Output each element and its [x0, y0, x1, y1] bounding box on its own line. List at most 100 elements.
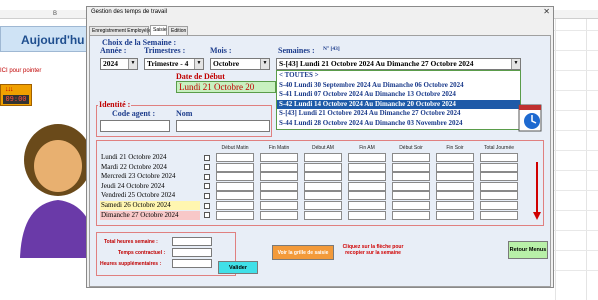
semaine-option[interactable]: < TOUTES > [277, 71, 520, 81]
time-cell[interactable] [304, 181, 342, 191]
day-checkbox[interactable] [204, 154, 210, 161]
semaine-option[interactable]: S-42 Lundi 14 Octobre 2024 Au Dimanche 2… [277, 99, 520, 109]
time-cell[interactable] [348, 191, 386, 201]
time-cell[interactable] [216, 201, 254, 210]
time-cell[interactable] [348, 201, 386, 210]
day-label: Mercredi 23 Octobre 2024 [100, 172, 200, 182]
time-cell[interactable] [436, 172, 474, 182]
time-cell[interactable] [216, 153, 254, 162]
time-cell[interactable] [392, 172, 430, 182]
nom-input[interactable] [176, 120, 270, 132]
semaine-dropdown-list[interactable]: < TOUTES > S-40 Lundi 30 Septembre 2024 A… [276, 70, 521, 130]
chevron-down-icon[interactable]: ▼ [128, 59, 137, 69]
time-cell[interactable] [260, 153, 298, 162]
column-header: Début Soir [399, 145, 423, 151]
time-tracking-window: Gestion des temps de travail ✕ Enregistr… [86, 6, 554, 288]
temps-contractuel-field[interactable] [172, 248, 212, 257]
day-label: Jeudi 24 Octobre 2024 [100, 181, 200, 191]
time-cell[interactable] [392, 162, 430, 172]
time-cell[interactable] [304, 191, 342, 201]
time-cell[interactable] [304, 210, 342, 220]
semaine-option[interactable]: S-40 Lundi 30 Septembre 2024 Au Dimanche… [277, 81, 520, 91]
time-cell[interactable] [436, 181, 474, 191]
time-cell[interactable] [348, 210, 386, 220]
time-cell[interactable] [392, 181, 430, 191]
time-cell[interactable] [480, 201, 518, 210]
time-cell[interactable] [304, 153, 342, 162]
time-cell[interactable] [348, 153, 386, 162]
semaine-value: S-[43] Lundi 21 Octobre 2024 Au Dimanche… [279, 59, 474, 68]
chevron-down-icon[interactable]: ▼ [511, 59, 520, 69]
tab-enregistrement[interactable]: Enregistrement Employé(e) [89, 26, 153, 35]
time-cell[interactable] [436, 162, 474, 172]
column-b-header[interactable]: B [40, 10, 70, 19]
semaine-option[interactable]: S-41 Lundi 07 Octobre 2024 Au Dimanche 1… [277, 90, 520, 100]
calendar-icon[interactable] [518, 104, 542, 132]
chevron-down-icon[interactable]: ▼ [194, 59, 203, 69]
time-cell[interactable] [216, 162, 254, 172]
day-checkbox[interactable] [204, 173, 210, 180]
column-header: Fin Matin [268, 145, 290, 151]
code-agent-input[interactable] [100, 120, 170, 132]
time-cell[interactable] [480, 172, 518, 182]
temps-contractuel-label: Temps contractuel : [118, 250, 166, 256]
time-cell[interactable] [436, 153, 474, 162]
day-checkbox[interactable] [204, 164, 210, 171]
time-cell[interactable] [304, 172, 342, 182]
time-cell[interactable] [348, 172, 386, 182]
time-cell[interactable] [480, 153, 518, 162]
semaine-option[interactable]: S-[43] Lundi 21 Octobre 2024 Au Dimanche… [277, 109, 520, 119]
time-cell[interactable] [480, 210, 518, 220]
valider-button[interactable]: Valider [218, 261, 258, 274]
week-number: N° [43] [323, 46, 340, 52]
annee-select[interactable]: 2024 ▼ [100, 58, 138, 70]
clock-time: 09:00 [3, 95, 29, 104]
time-cell[interactable] [480, 191, 518, 201]
day-checkbox[interactable] [204, 192, 210, 199]
time-cell[interactable] [260, 181, 298, 191]
time-cell[interactable] [436, 201, 474, 210]
time-cell[interactable] [480, 162, 518, 172]
time-cell[interactable] [216, 172, 254, 182]
time-cell[interactable] [480, 181, 518, 191]
semaine-options: < TOUTES > S-40 Lundi 30 Septembre 2024 A… [277, 71, 520, 128]
trimestre-select[interactable]: Trimestre - 4 ▼ [144, 58, 204, 70]
day-checkbox[interactable] [204, 212, 210, 219]
time-cell[interactable] [348, 162, 386, 172]
clock-button[interactable]: ↓↓↓ 09:00 [0, 84, 32, 106]
retour-menus-button[interactable]: Retour Menus [508, 241, 548, 259]
day-checkbox[interactable] [204, 183, 210, 190]
mois-select[interactable]: Octobre ▼ [210, 58, 270, 70]
time-cell[interactable] [216, 191, 254, 201]
voir-grille-button[interactable]: Voir la grille de saisie [272, 245, 334, 260]
time-cell[interactable] [260, 210, 298, 220]
time-cell[interactable] [304, 162, 342, 172]
time-cell[interactable] [260, 191, 298, 201]
time-cell[interactable] [348, 181, 386, 191]
time-cell[interactable] [216, 210, 254, 220]
close-icon[interactable]: ✕ [543, 7, 550, 16]
time-cell[interactable] [436, 191, 474, 201]
annee-label: Année : [100, 46, 127, 55]
total-semaine-field [172, 237, 212, 246]
time-cell[interactable] [260, 201, 298, 210]
time-cell[interactable] [392, 153, 430, 162]
time-cell[interactable] [392, 201, 430, 210]
chevron-down-icon[interactable]: ▼ [260, 59, 269, 69]
tab-edition[interactable]: Edition [168, 26, 188, 35]
time-cell[interactable] [260, 172, 298, 182]
time-cell[interactable] [392, 210, 430, 220]
time-cell[interactable] [436, 210, 474, 220]
semaine-option[interactable]: S-44 Lundi 28 Octobre 2024 Au Dimanche 0… [277, 119, 520, 129]
time-cell[interactable] [216, 181, 254, 191]
column-header: Fin Soir [446, 145, 464, 151]
window-title: Gestion des temps de travail [91, 9, 168, 15]
arrow-down-icon[interactable] [533, 212, 541, 220]
time-cell[interactable] [392, 191, 430, 201]
nom-label: Nom [176, 109, 193, 118]
semaine-select[interactable]: S-[43] Lundi 21 Octobre 2024 Au Dimanche… [276, 58, 521, 70]
time-cell[interactable] [304, 201, 342, 210]
time-cell[interactable] [260, 162, 298, 172]
tab-saisie[interactable]: Saisie [150, 25, 167, 35]
day-checkbox[interactable] [204, 202, 210, 209]
